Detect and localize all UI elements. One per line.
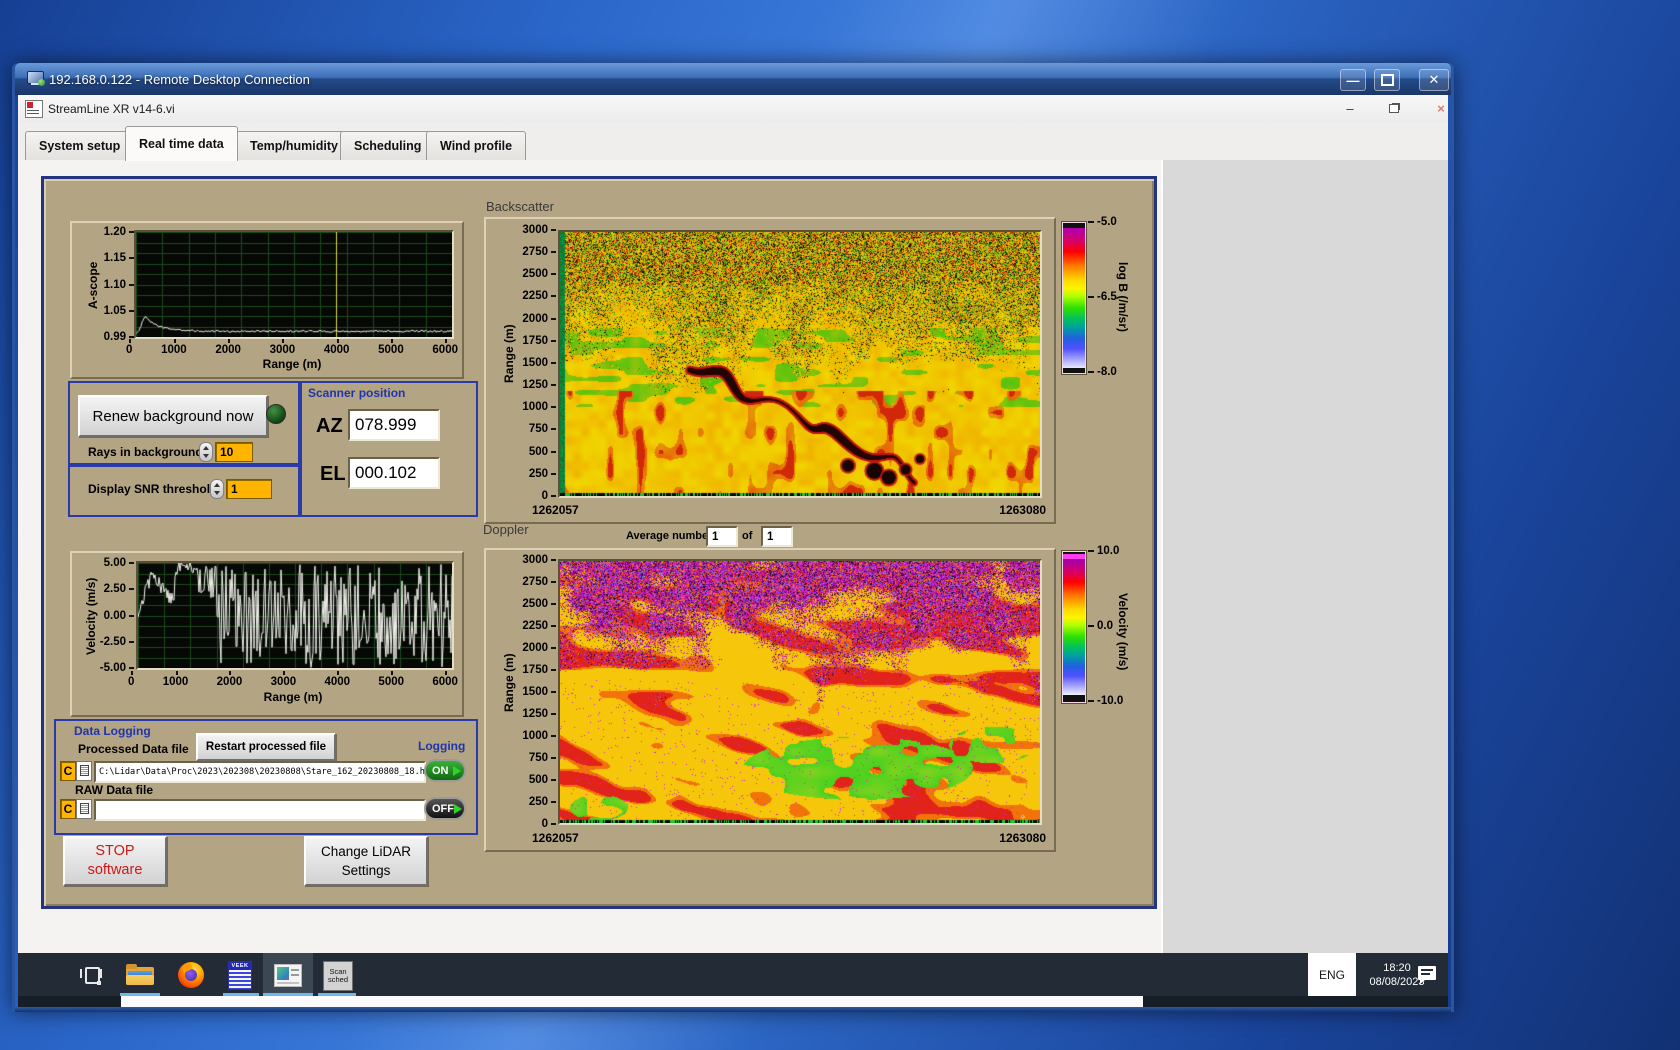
vi-restore-button[interactable] — [1383, 99, 1405, 117]
data-logging-title: Data Logging — [74, 724, 151, 738]
average-total-field[interactable]: 1 — [761, 526, 793, 547]
snr-group-box: Display SNR threshold 1 — [68, 463, 302, 517]
snr-value-field[interactable]: 1 — [226, 479, 272, 499]
velocity-plot — [136, 561, 454, 670]
rdp-window-title: 192.168.0.122 - Remote Desktop Connectio… — [49, 71, 310, 87]
velocity-xlabel: Range (m) — [263, 690, 323, 704]
processed-logging-on-toggle[interactable]: ON — [424, 759, 466, 782]
raw-path-field[interactable] — [94, 799, 426, 821]
doppler-title: Doppler — [483, 522, 529, 537]
restart-processed-file-button[interactable]: Restart processed file — [196, 733, 336, 761]
labview-doc-taskbar-icon[interactable]: VEEK — [228, 961, 252, 990]
streamline-app-icon — [274, 964, 302, 987]
backscatter-plot — [558, 230, 1042, 498]
ascope-plot — [134, 230, 454, 339]
main-panel: A-scope 1.20 1.15 1.10 1.05 0.99 0 1000 2000 30… — [41, 176, 1157, 909]
backscatter-x-start: 1262057 — [532, 503, 579, 517]
action-center-icon[interactable] — [1418, 966, 1436, 984]
raw-logging-off-toggle[interactable]: OFF — [424, 797, 466, 820]
doppler-colorbar — [1062, 551, 1086, 703]
data-logging-box: Data Logging Processed Data file Restart… — [54, 719, 478, 835]
rays-value-field[interactable]: 10 — [215, 442, 253, 462]
raw-browse-icon[interactable] — [76, 799, 92, 819]
tab-scheduling[interactable]: Scheduling — [340, 131, 436, 160]
taskbar: VEEK Scan sched ENG 18:20 08/08/2023 — [18, 953, 1448, 996]
vi-titlebar[interactable]: StreamLine XR v14-6.vi – × — [18, 95, 1448, 123]
stop-software-button[interactable]: STOP software — [63, 836, 167, 886]
language-indicator[interactable]: ENG — [1308, 953, 1356, 996]
el-label: EL — [320, 463, 346, 485]
scanner-position-title: Scanner position — [308, 386, 406, 400]
renew-background-button[interactable]: Renew background now — [78, 395, 268, 437]
backscatter-title: Backscatter — [486, 199, 554, 214]
rdp-close-button[interactable]: ✕ — [1419, 69, 1449, 91]
tab-system-setup[interactable]: System setup — [25, 131, 135, 160]
doppler-x-start: 1262057 — [532, 831, 579, 845]
raw-drive-button[interactable]: C — [60, 799, 76, 819]
ascope-yticks: 1.20 1.15 1.10 1.05 0.99 — [96, 226, 134, 343]
backscatter-colorbar-label: log B (/m/sr) — [1116, 261, 1130, 332]
rays-in-background-label: Rays in background — [88, 445, 203, 459]
rdp-window: 192.168.0.122 - Remote Desktop Connectio… — [12, 63, 1454, 1012]
firefox-icon[interactable] — [178, 962, 204, 988]
doppler-plot — [558, 559, 1042, 825]
remote-desktop-icon — [27, 71, 45, 86]
velocity-plot-frame: Velocity (m/s) 5.00 2.50 0.00 -2.50 -5.00 01… — [70, 551, 464, 717]
average-number-field[interactable]: 1 — [706, 526, 738, 547]
task-view-icon[interactable] — [80, 963, 102, 985]
velocity-yticks: 5.00 2.50 0.00 -2.50 -5.00 — [98, 557, 134, 674]
el-value: 000.102 — [348, 457, 440, 489]
backscatter-yticks: 3000 2750 2500 2250 2000 1750 1500 1250 1000 750 5… — [512, 224, 556, 502]
tab-wind-profile[interactable]: Wind profile — [426, 131, 527, 160]
scanner-position-box: Scanner position AZ 078.999 EL 000.102 — [298, 381, 478, 517]
vi-window-title: StreamLine XR v14-6.vi — [48, 101, 175, 116]
vi-close-button[interactable]: × — [1430, 99, 1448, 117]
rays-spinner[interactable] — [199, 442, 213, 462]
background-led-indicator — [266, 404, 286, 424]
change-lidar-settings-button[interactable]: Change LiDAR Settings — [304, 836, 428, 886]
remote-session-area: StreamLine XR v14-6.vi – × System setup … — [18, 95, 1448, 1007]
background-group-box: Renew background now Rays in background … — [68, 381, 302, 467]
raw-data-file-label: RAW Data file — [75, 783, 154, 797]
snr-threshold-label: Display SNR threshold — [88, 482, 218, 496]
doppler-x-end: 1263080 — [999, 831, 1046, 845]
doppler-plot-frame: Range (m) 3000 2750 2500 2250 2000 1750 1500 12… — [484, 548, 1056, 852]
snr-spinner[interactable] — [210, 479, 224, 499]
ascope-xticks: 0 1000 2000 3000 4000 5000 6000 — [126, 339, 458, 356]
backscatter-colorbar — [1062, 222, 1086, 374]
file-explorer-icon[interactable] — [126, 964, 154, 985]
ascope-xlabel: Range (m) — [262, 357, 322, 371]
vi-minimize-button[interactable]: – — [1339, 99, 1361, 117]
processed-drive-button[interactable]: C — [60, 761, 76, 781]
processed-data-file-label: Processed Data file — [78, 742, 189, 756]
doppler-yticks: 3000 2750 2500 2250 2000 1750 1500 1250 1000 750 5… — [512, 554, 556, 830]
rdp-minimize-button[interactable]: — — [1340, 69, 1366, 91]
rdp-horizontal-scrollbar[interactable] — [18, 996, 1448, 1007]
az-value: 078.999 — [348, 409, 440, 441]
az-label: AZ — [316, 415, 343, 437]
rdp-maximize-button[interactable] — [1374, 69, 1400, 91]
doppler-colorbar-label: Velocity (m/s) — [1116, 593, 1130, 671]
velocity-xticks: 0 1000 2000 3000 4000 5000 6000 — [128, 671, 458, 688]
scan-scheduler-icon[interactable]: Scan sched — [323, 961, 353, 991]
tab-temp-humidity[interactable]: Temp/humidity — [236, 131, 352, 160]
processed-browse-icon[interactable] — [76, 761, 92, 781]
tab-strip: System setup Real time data Temp/humidit… — [18, 122, 1448, 161]
rdp-bottom-border — [15, 1007, 1451, 1012]
processed-path-field[interactable]: C:\Lidar\Data\Proc\2023\202308\20230808\… — [94, 761, 435, 783]
ascope-plot-frame: A-scope 1.20 1.15 1.10 1.05 0.99 0 1000 2000 30… — [70, 221, 464, 379]
velocity-ylabel: Velocity (m/s) — [84, 577, 98, 655]
rdp-titlebar[interactable]: 192.168.0.122 - Remote Desktop Connectio… — [15, 63, 1451, 95]
of-label: of — [742, 530, 753, 542]
average-number-label: Average number — [626, 530, 713, 542]
labview-vi-icon — [25, 100, 43, 118]
desktop: 192.168.0.122 - Remote Desktop Connectio… — [0, 0, 1680, 1050]
tab-real-time-data[interactable]: Real time data — [125, 126, 238, 161]
window-background-right — [1161, 160, 1448, 953]
backscatter-x-end: 1263080 — [999, 503, 1046, 517]
backscatter-plot-frame: Range (m) 3000 2750 2500 2250 2000 1750 1500 12… — [484, 217, 1056, 524]
active-app-taskbar-button[interactable] — [263, 953, 313, 996]
backscatter-colorbar-ticks: -5.0 -6.5 -8.0 — [1088, 216, 1117, 378]
logging-label: Logging — [418, 739, 466, 753]
